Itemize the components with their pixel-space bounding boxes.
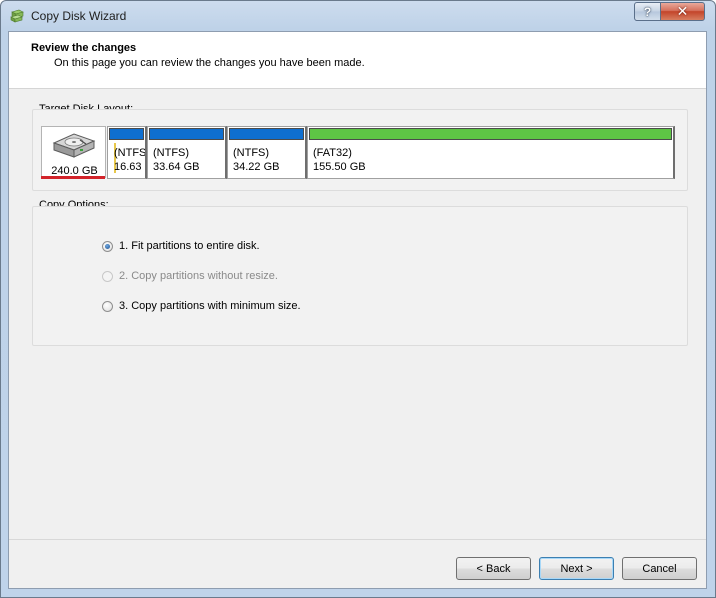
page-title: Review the changes <box>31 42 137 54</box>
partition-3[interactable]: (NTFS) 34.22 GB <box>227 126 307 179</box>
option-without-resize-radio <box>102 270 113 282</box>
next-button[interactable]: Next > <box>539 557 614 580</box>
partition-4[interactable]: (FAT32) 155.50 GB <box>307 126 675 179</box>
target-disk[interactable]: 240.0 GB <box>41 126 106 178</box>
title-bar[interactable]: Copy Disk Wizard ? ✕ <box>1 1 715 31</box>
option-fit-partitions[interactable]: 1. Fit partitions to entire disk. <box>102 240 260 252</box>
option-without-resize: 2. Copy partitions without resize. <box>102 270 278 282</box>
cancel-button[interactable]: Cancel <box>622 557 697 580</box>
partition-1-size: 16.63 GB <box>114 161 145 173</box>
option-without-resize-label: 2. Copy partitions without resize. <box>119 270 278 282</box>
partition-1-fs: (NTFS) <box>114 147 147 159</box>
back-button[interactable]: < Back <box>456 557 531 580</box>
option-fit-partitions-label[interactable]: 1. Fit partitions to entire disk. <box>119 240 260 252</box>
wizard-window: Copy Disk Wizard ? ✕ Review the changes … <box>0 0 716 598</box>
option-fit-partitions-radio[interactable] <box>102 240 113 252</box>
partition-4-fs: (FAT32) <box>313 147 352 159</box>
hard-disk-icon <box>52 133 96 158</box>
page-subtitle: On this page you can review the changes … <box>54 57 365 69</box>
window-title: Copy Disk Wizard <box>31 9 127 23</box>
copy-disk-app-icon <box>10 9 24 23</box>
partition-4-size: 155.50 GB <box>313 161 366 173</box>
help-icon: ? <box>643 4 652 19</box>
partition-3-usage-bar <box>229 128 304 140</box>
partition-2-size: 33.64 GB <box>153 161 200 173</box>
disk-selection-underline <box>41 176 105 179</box>
partition-2-fs: (NTFS) <box>153 147 190 159</box>
partition-4-usage-bar <box>309 128 672 140</box>
partition-2[interactable]: (NTFS) 33.64 GB <box>147 126 227 179</box>
option-minimum-size-label[interactable]: 3. Copy partitions with minimum size. <box>119 300 301 312</box>
close-icon: ✕ <box>676 3 689 19</box>
partition-1-usage-bar <box>109 128 144 140</box>
close-button[interactable]: ✕ <box>660 2 705 21</box>
option-minimum-size-radio[interactable] <box>102 300 113 312</box>
partition-3-size: 34.22 GB <box>233 161 280 173</box>
option-minimum-size[interactable]: 3. Copy partitions with minimum size. <box>102 300 301 312</box>
page-header: Review the changes On this page you can … <box>9 32 706 89</box>
wizard-client-area: Review the changes On this page you can … <box>8 31 707 589</box>
partition-2-usage-bar <box>149 128 224 140</box>
partition-1[interactable]: (NTFS) 16.63 GB <box>107 126 147 179</box>
target-disk-layout: 240.0 GB (NTFS) 16.63 GB (NTFS) 33.64 GB… <box>41 124 675 182</box>
partition-3-fs: (NTFS) <box>233 147 270 159</box>
help-button[interactable]: ? <box>634 2 661 21</box>
footer-separator <box>9 539 706 540</box>
